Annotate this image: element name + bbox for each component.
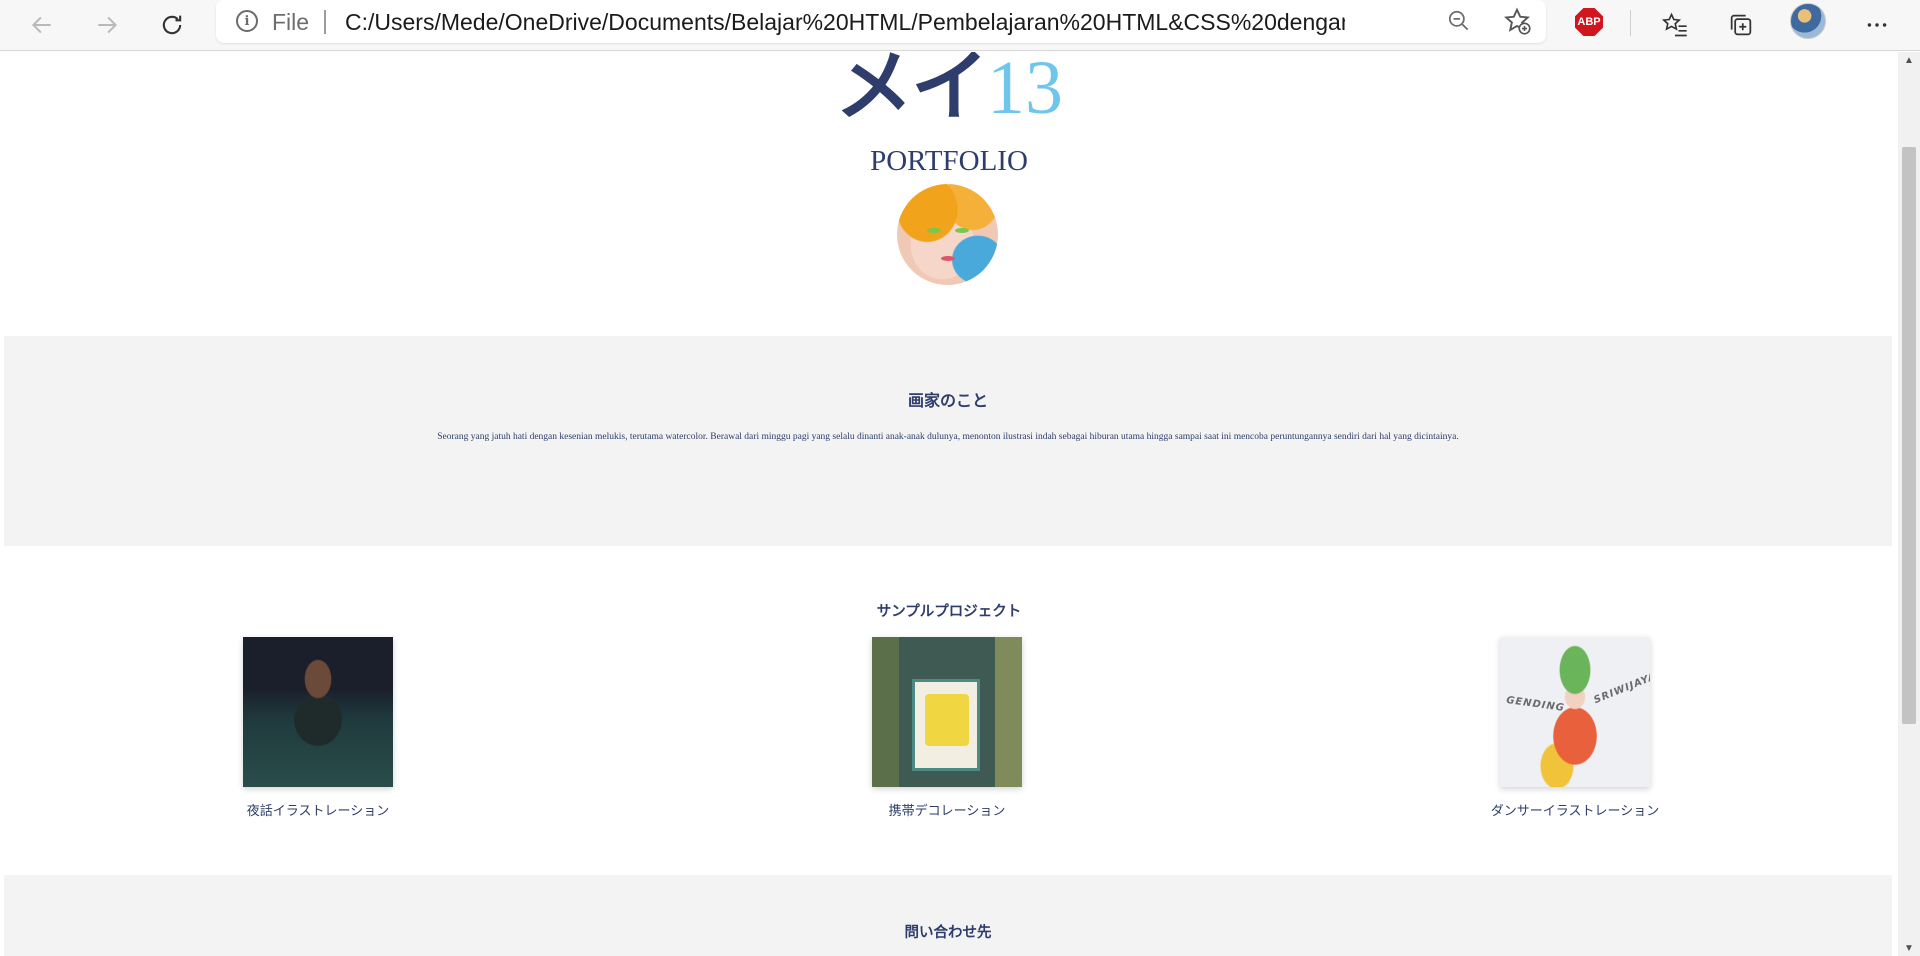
project-thumbnail[interactable] bbox=[243, 637, 393, 787]
logo-number: 13 bbox=[987, 52, 1063, 130]
project-caption: ダンサーイラストレーション bbox=[1490, 804, 1660, 819]
info-icon[interactable]: i bbox=[236, 10, 258, 32]
scrollbar-thumb[interactable] bbox=[1902, 147, 1916, 724]
about-heading: 画家のこと bbox=[907, 391, 988, 410]
project-card[interactable]: GENDING SRIWIJAYA ダンサーイラストレーション bbox=[1457, 637, 1659, 837]
collections-button[interactable] bbox=[1721, 6, 1761, 44]
address-bar[interactable]: i File C:/Users/Mede/OneDrive/Documents/… bbox=[216, 0, 1546, 43]
projects-heading: サンプルプロジェクト bbox=[876, 604, 1022, 620]
project-card[interactable]: 夜話イラストレーション bbox=[200, 637, 400, 837]
artwork-lettering: GENDING bbox=[1505, 694, 1566, 715]
favorites-button[interactable] bbox=[1655, 6, 1695, 44]
project-caption: 夜話イラストレーション bbox=[246, 804, 390, 819]
arrow-left-icon bbox=[31, 16, 51, 34]
illustration-detail bbox=[927, 228, 941, 233]
about-section: 画家のこと Seorang yang jatuh hati dengan kes… bbox=[4, 336, 1892, 546]
project-thumbnail[interactable] bbox=[872, 637, 1022, 787]
back-button[interactable] bbox=[22, 6, 62, 44]
project-card[interactable]: 携帯デコレーション bbox=[829, 637, 1029, 837]
arrow-right-icon bbox=[98, 16, 118, 34]
zoom-out-icon[interactable] bbox=[1446, 8, 1472, 34]
about-text: Seorang yang jatuh hati dengan kesenian … bbox=[437, 432, 1459, 442]
projects-section: サンプルプロジェクト 夜話イラストレーション 携帯デコレーション GENDING… bbox=[0, 600, 1898, 890]
illustration-detail bbox=[955, 228, 969, 233]
url-text[interactable]: C:/Users/Mede/OneDrive/Documents/Belajar… bbox=[345, 9, 1345, 36]
refresh-button[interactable] bbox=[152, 6, 192, 44]
site-header: メイ13 PORTFOLIO bbox=[0, 52, 1898, 285]
phone-case-art bbox=[912, 679, 980, 771]
contact-heading: 問い合わせ先 bbox=[904, 925, 992, 941]
site-logo[interactable]: メイ13 bbox=[0, 52, 1898, 126]
browser-toolbar: i File C:/Users/Mede/OneDrive/Documents/… bbox=[0, 0, 1920, 51]
favorites-list-icon bbox=[1661, 12, 1687, 37]
page-subtitle: PORTFOLIO bbox=[870, 145, 1028, 177]
ellipsis-icon bbox=[1867, 23, 1887, 27]
profile-avatar[interactable] bbox=[1790, 3, 1826, 39]
toolbar-divider bbox=[1630, 10, 1631, 36]
project-caption: 携帯デコレーション bbox=[888, 804, 1006, 819]
illustration-detail bbox=[941, 256, 955, 261]
adblock-icon[interactable]: ABP bbox=[1575, 8, 1603, 36]
profile-picture bbox=[897, 184, 998, 285]
contact-section: 問い合わせ先 bbox=[4, 875, 1892, 956]
artwork-lettering: SRIWIJAYA bbox=[1592, 670, 1650, 707]
more-menu-button[interactable] bbox=[1857, 6, 1897, 44]
vertical-scrollbar[interactable]: ▲ ▼ bbox=[1898, 52, 1920, 956]
url-scheme: File bbox=[272, 9, 310, 35]
scroll-down-arrow-icon[interactable]: ▼ bbox=[1898, 940, 1920, 956]
scroll-up-arrow-icon[interactable]: ▲ bbox=[1898, 52, 1920, 68]
forward-button[interactable] bbox=[87, 6, 127, 44]
add-favorite-icon[interactable] bbox=[1502, 6, 1532, 36]
page-viewport: メイ13 PORTFOLIO 画家のこと Seorang yang jatuh … bbox=[0, 52, 1898, 956]
logo-kana: メイ bbox=[834, 52, 989, 132]
address-divider bbox=[324, 10, 326, 34]
refresh-icon bbox=[162, 15, 182, 35]
collections-icon bbox=[1730, 14, 1752, 36]
project-thumbnail[interactable]: GENDING SRIWIJAYA bbox=[1500, 637, 1650, 787]
